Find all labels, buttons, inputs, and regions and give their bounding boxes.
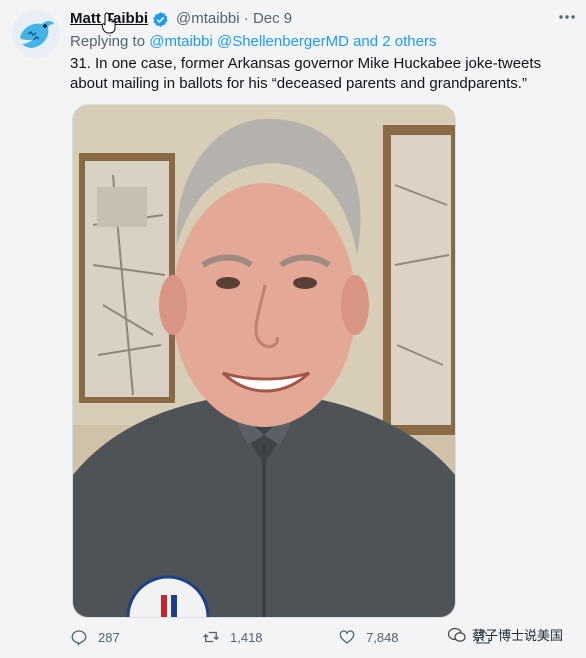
twitter-bird-avatar-icon bbox=[12, 10, 60, 58]
handle-and-date: @mtaibbi · Dec 9 bbox=[176, 10, 292, 27]
reply-action[interactable]: 287 bbox=[70, 628, 120, 646]
author-handle[interactable]: @mtaibbi bbox=[176, 10, 240, 27]
replying-prefix: Replying to bbox=[70, 33, 150, 50]
tweet-photo[interactable] bbox=[72, 104, 456, 618]
like-icon bbox=[339, 630, 355, 644]
reply-icon bbox=[71, 630, 87, 646]
author-avatar[interactable] bbox=[12, 10, 60, 58]
reply-count: 287 bbox=[98, 629, 120, 645]
hand-cursor-icon bbox=[101, 12, 116, 34]
like-count: 7,848 bbox=[366, 629, 399, 645]
more-icon[interactable] bbox=[556, 6, 578, 28]
retweet-action[interactable]: 1,418 bbox=[202, 628, 263, 646]
replying-links[interactable]: @mtaibbi @ShellenbergerMD and 2 others bbox=[149, 33, 436, 50]
separator: · bbox=[243, 10, 249, 27]
photo-illustration bbox=[73, 105, 455, 617]
retweet-icon bbox=[203, 631, 219, 643]
tweet-date[interactable]: Dec 9 bbox=[253, 10, 292, 27]
wechat-icon bbox=[448, 627, 466, 642]
retweet-count: 1,418 bbox=[230, 629, 263, 645]
verified-icon bbox=[153, 12, 168, 27]
watermark-text: 蔡子博士说美国 bbox=[472, 628, 564, 643]
watermark: 蔡子博士说美国 bbox=[448, 625, 563, 644]
like-action[interactable]: 7,848 bbox=[338, 628, 399, 646]
tweet-text: 31. In one case, former Arkansas governo… bbox=[70, 55, 542, 92]
replying-to: Replying to @mtaibbi @ShellenbergerMD an… bbox=[70, 33, 436, 50]
